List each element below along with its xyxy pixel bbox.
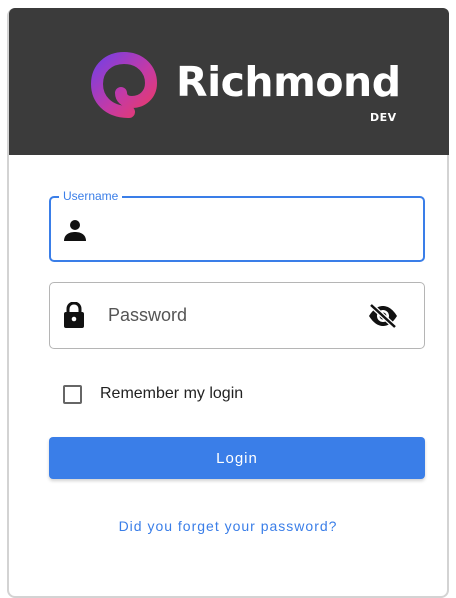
brand-subtitle: DEV	[370, 111, 397, 124]
username-label: Username	[59, 188, 123, 204]
password-field[interactable]	[49, 282, 425, 349]
eye-slash-icon[interactable]	[367, 303, 399, 329]
forgot-password-link[interactable]: Did you forget your password?	[0, 518, 456, 534]
brand-name: Richmond	[176, 58, 401, 106]
richmond-logo-icon	[90, 51, 158, 118]
username-field[interactable]: Username	[49, 188, 425, 262]
remember-login[interactable]: Remember my login	[63, 384, 243, 404]
login-button[interactable]: Login	[49, 437, 425, 479]
brand-header: Richmond DEV	[9, 8, 449, 155]
person-icon	[64, 220, 86, 241]
lock-icon	[64, 302, 84, 328]
password-input[interactable]	[106, 299, 356, 331]
remember-checkbox[interactable]	[63, 384, 82, 404]
username-input[interactable]	[107, 214, 357, 246]
remember-label: Remember my login	[100, 385, 244, 402]
